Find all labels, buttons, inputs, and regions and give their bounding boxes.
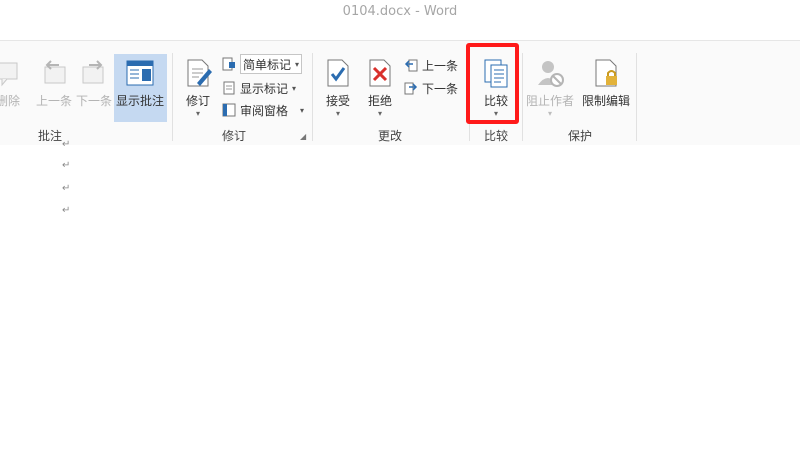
chevron-down-icon: ▾ [292,83,297,93]
track-changes-label: 修订 [185,94,210,108]
compare-group-label: 比较 [483,129,508,143]
chevron-down-icon: ▾ [295,59,300,69]
reject-button[interactable]: 拒绝 ▾ [354,53,406,123]
track-changes-button[interactable]: 修订 ▾ [172,53,224,123]
block-authors-button[interactable]: 阻止作者 ▾ [524,53,576,123]
next-change-label: 下一条 [422,81,459,96]
next-change-button[interactable]: 下一条 [404,78,458,98]
document-canvas[interactable]: ↵ ↵ ↵ ↵ [0,139,800,450]
chevron-down-icon: ▾ [300,105,305,115]
group-divider [636,53,637,141]
review-ribbon: 删除 ▾ 上一条 下一条 显示批注 批注 [0,40,800,146]
delete-comment-label: 删除 [0,94,21,108]
block-authors-icon [538,61,564,87]
changes-group-label: 更改 [377,129,402,143]
previous-change-button[interactable]: 上一条 [404,55,458,75]
restrict-editing-label: 限制编辑 [581,94,630,108]
reject-label: 拒绝 [367,94,392,108]
next-comment-label: 下一条 [75,94,112,108]
chevron-down-icon: ▾ [547,109,552,118]
previous-change-icon [404,59,418,72]
reviewing-pane-icon [222,103,236,117]
track-changes-icon [187,59,212,87]
chevron-down-icon: ▾ [377,109,382,118]
markup-icon [222,57,235,71]
restrict-editing-button[interactable]: 限制编辑 [580,53,632,123]
group-divider [522,53,523,141]
reject-icon [369,59,391,87]
markup-dropdown[interactable]: 简单标记 ▾ [240,54,303,74]
previous-change-label: 上一条 [422,58,459,73]
next-comment-icon [82,60,104,84]
block-authors-label: 阻止作者 [525,94,574,108]
show-markup-label: 显示标记 [240,81,289,96]
paragraph-mark-icon: ↵ [62,160,71,171]
delete-comment-icon [0,62,18,87]
tracking-group-label: 修订 [221,129,246,143]
compare-documents-icon [484,59,508,88]
show-markup-icon [223,81,235,95]
paragraph-mark-icon: ↵ [62,205,71,216]
reviewing-pane-label: 审阅窗格 [240,103,289,118]
show-markup-button[interactable]: 显示标记 ▾ [222,78,296,98]
next-change-icon [404,82,418,95]
previous-comment-icon [44,60,66,84]
paragraph-mark-icon: ↵ [62,139,71,150]
chevron-down-icon: ▾ [493,109,498,118]
window-title: 0104.docx - Word [342,4,458,19]
compare-label: 比较 [483,94,508,108]
chevron-down-icon: ▾ [195,109,200,118]
accept-icon [327,59,349,87]
dialog-launcher-icon[interactable]: ◢ [300,132,306,141]
show-comments-button[interactable]: 显示批注 [114,53,166,123]
restrict-editing-icon [595,59,617,87]
markup-display-select[interactable]: 简单标记 ▾ [222,54,303,74]
markup-select-value: 简单标记 [243,57,292,72]
protect-group-label: 保护 [567,129,592,143]
title-bar: 0104.docx - Word [0,0,800,24]
paragraph-mark-icon: ↵ [62,183,71,194]
next-comment-button[interactable]: 下一条 [68,53,120,123]
show-comments-label: 显示批注 [115,94,164,108]
compare-button[interactable]: 比较 ▾ [470,53,522,123]
show-comments-icon [126,60,154,86]
reviewing-pane-button[interactable]: 审阅窗格 ▾ [222,100,304,120]
